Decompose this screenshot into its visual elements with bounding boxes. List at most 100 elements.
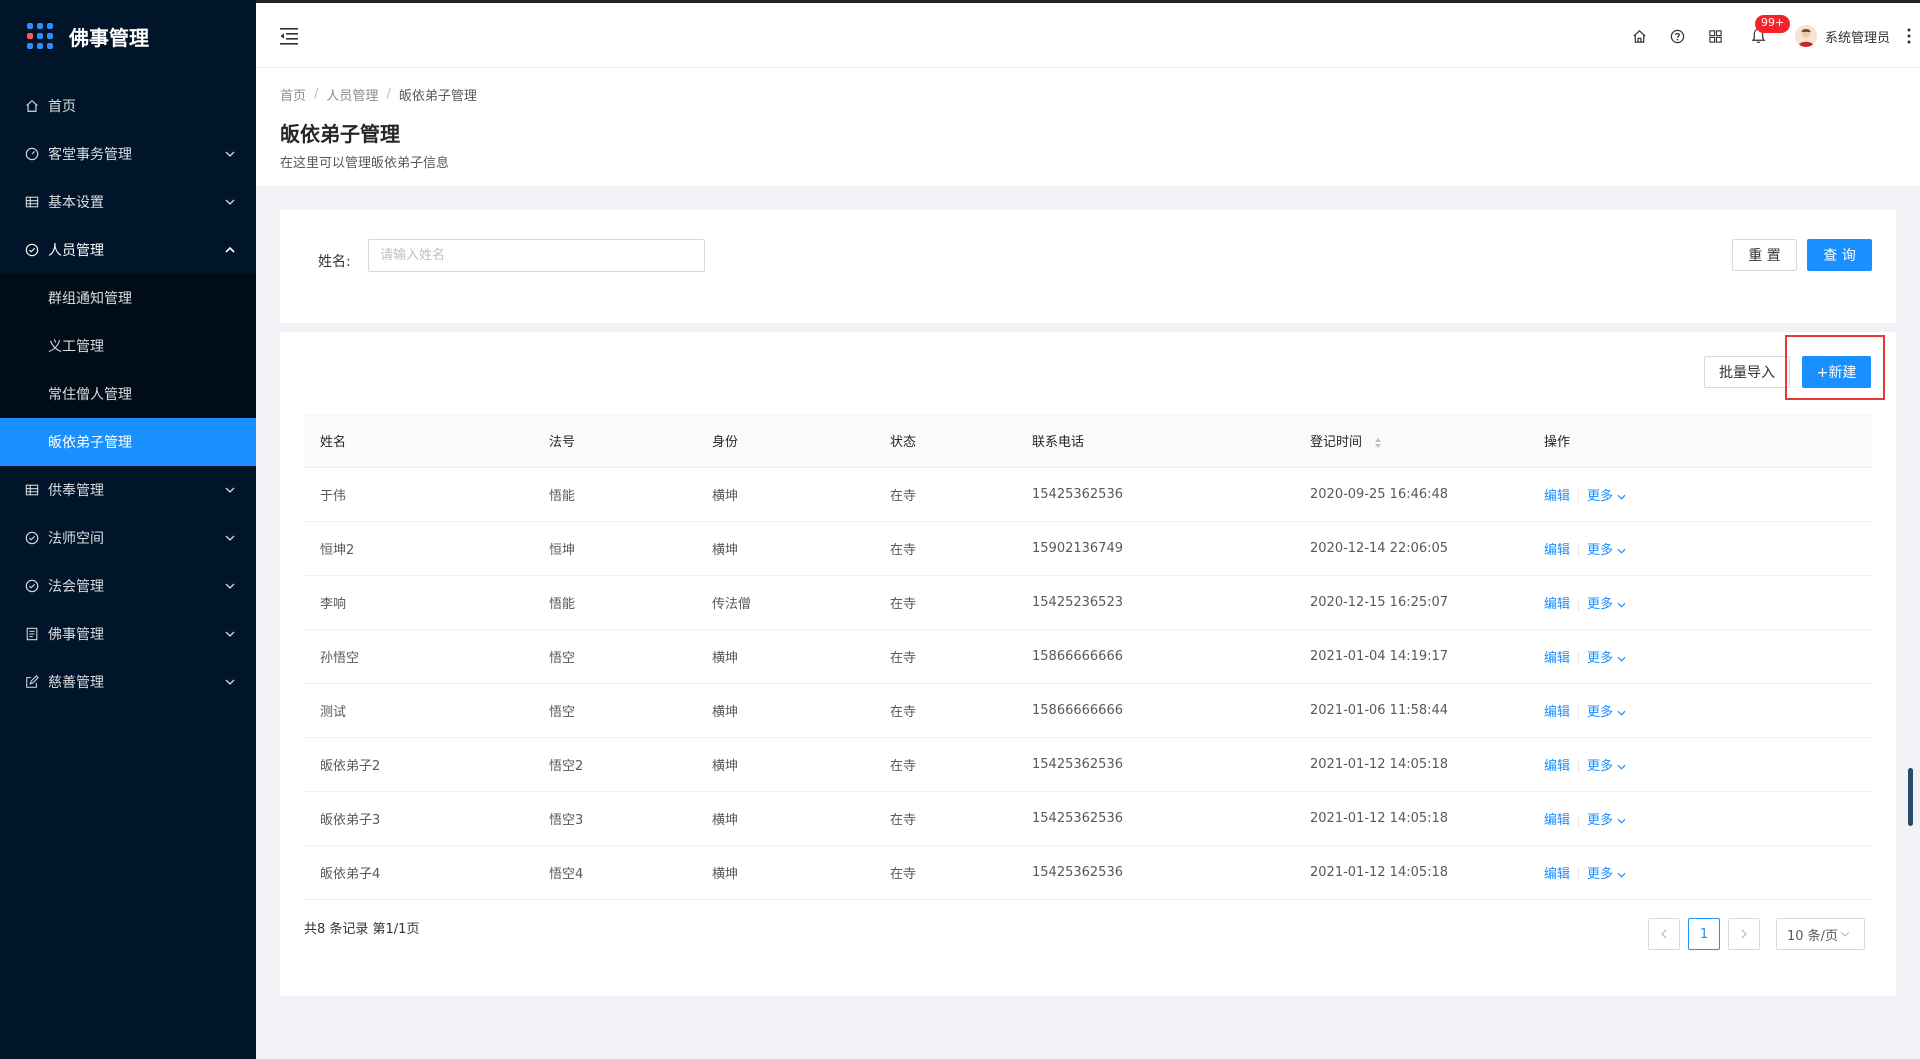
sidebar-subitem-0[interactable]: 群组通知管理: [0, 274, 256, 322]
edit-link[interactable]: 编辑: [1544, 651, 1570, 666]
sidebar-subitem-2[interactable]: 常住僧人管理: [0, 370, 256, 418]
profile-icon: [24, 626, 40, 642]
cell-register-time: 2021-01-12 14:05:18: [1310, 865, 1449, 880]
name-label: 姓名:: [318, 254, 351, 270]
disciples-table: 姓名 法号 身份 状态 联系电话 登记时间 操作 于伟 悟能 横坤 在寺 1542536…: [304, 414, 1872, 900]
side-menu: 首页 客堂事务管理 基本设置人员管理群组通知管理 义工管理 常住僧人管理 皈依弟子管理 供奉…: [0, 82, 256, 706]
more-dropdown[interactable]: 更多: [1587, 813, 1626, 828]
sort-icon[interactable]: [1374, 437, 1382, 449]
table-icon: [24, 482, 40, 498]
app-title: 佛事管理: [69, 25, 149, 50]
sidebar-item-7[interactable]: 佛事管理: [0, 610, 256, 658]
page-size-select[interactable]: 10 条/页: [1776, 918, 1865, 950]
chevron-up-icon: [224, 244, 236, 256]
pagination: 1 10 条/页: [1648, 918, 1865, 950]
edit-link[interactable]: 编辑: [1544, 759, 1570, 774]
more-dropdown[interactable]: 更多: [1587, 867, 1626, 882]
edit-link[interactable]: 编辑: [1544, 705, 1570, 720]
more-vertical-icon[interactable]: [1898, 3, 1920, 69]
cell-status: 在寺: [890, 759, 917, 774]
cell-name: 李响: [320, 597, 347, 612]
sidebar-item-5[interactable]: 法师空间: [0, 514, 256, 562]
edit-link[interactable]: 编辑: [1544, 813, 1570, 828]
name-search-input[interactable]: [368, 239, 705, 272]
edit-link[interactable]: 编辑: [1544, 543, 1570, 558]
more-link-label: 更多: [1587, 813, 1614, 828]
header-actions: 99+ 系统管理员: [1621, 3, 1920, 69]
column-header-register-time-label: 登记时间: [1310, 435, 1363, 450]
page-number-button[interactable]: 1: [1688, 918, 1720, 950]
cell-actions: 编辑 更多: [1528, 593, 1872, 612]
edit-link[interactable]: 编辑: [1544, 867, 1570, 882]
cell-dharma-name: 悟空3: [549, 813, 584, 828]
sidebar-subitem-1[interactable]: 义工管理: [0, 322, 256, 370]
column-header-actions: 操作: [1544, 435, 1571, 450]
more-dropdown[interactable]: 更多: [1587, 543, 1626, 558]
user-name[interactable]: 系统管理员: [1825, 27, 1890, 46]
more-dropdown[interactable]: 更多: [1587, 705, 1626, 720]
cell-phone: 15425362536: [1032, 757, 1123, 772]
breadcrumb-item-home[interactable]: 首页: [280, 85, 306, 104]
batch-import-button[interactable]: 批量导入: [1704, 356, 1790, 388]
home-icon[interactable]: [1621, 3, 1659, 69]
more-dropdown[interactable]: 更多: [1587, 759, 1626, 774]
sidebar-item-8[interactable]: 慈善管理: [0, 658, 256, 706]
more-dropdown[interactable]: 更多: [1587, 489, 1626, 504]
cell-name: 孙悟空: [320, 651, 360, 666]
sidebar: 佛事管理 首页 客堂事务管理 基本设置人员管理群组通知管理 义工管理 常住僧人管理 皈依弟…: [0, 0, 256, 1059]
sidebar-subitem-3[interactable]: 皈依弟子管理: [0, 418, 256, 466]
table-row: 李响 悟能 传法僧 在寺 15425236523 2020-12-15 16:25:07 编…: [304, 576, 1872, 630]
query-button[interactable]: 查 询: [1807, 239, 1872, 271]
notification-badge: 99+: [1754, 15, 1791, 33]
more-link-label: 更多: [1587, 489, 1614, 504]
sidebar-item-1[interactable]: 客堂事务管理: [0, 130, 256, 178]
appstore-icon[interactable]: [1697, 3, 1735, 69]
sidebar-item-0[interactable]: 首页: [0, 82, 256, 130]
cell-name: 测试: [320, 705, 347, 720]
cell-actions: 编辑 更多: [1528, 701, 1872, 720]
cell-phone: 15866666666: [1032, 649, 1123, 664]
chevron-down-icon: [1840, 931, 1850, 937]
user-avatar[interactable]: [1794, 25, 1817, 47]
action-divider: [1578, 706, 1580, 719]
question-icon[interactable]: [1659, 3, 1697, 69]
logo[interactable]: 佛事管理: [0, 0, 256, 72]
chevron-down-icon: [1617, 494, 1626, 500]
scrollbar-thumb[interactable]: [1908, 768, 1913, 826]
cell-name: 皈依弟子3: [320, 813, 381, 828]
chevron-down-icon: [224, 676, 236, 688]
column-header-register-time[interactable]: 登记时间: [1294, 431, 1528, 450]
reset-button[interactable]: 重 置: [1732, 239, 1797, 271]
cell-name: 恒坤2: [320, 543, 355, 558]
sidebar-item-label: 人员管理: [48, 243, 104, 259]
check-circle-icon: [24, 578, 40, 594]
search-card: 姓名: 重 置 查 询: [280, 210, 1896, 323]
breadcrumb-item-personnel[interactable]: 人员管理: [326, 85, 378, 104]
edit-link[interactable]: 编辑: [1544, 597, 1570, 612]
sidebar-item-label: 慈善管理: [48, 675, 104, 691]
check-circle-icon: [24, 530, 40, 546]
action-divider: [1578, 544, 1580, 557]
menu-fold-icon[interactable]: [280, 27, 300, 45]
notification-bell[interactable]: 99+: [1735, 3, 1791, 69]
table-row: 恒坤2 恒坤 横坤 在寺 15902136749 2020-12-14 22:06:05 编…: [304, 522, 1872, 576]
more-dropdown[interactable]: 更多: [1587, 597, 1626, 612]
breadcrumb-separator: /: [386, 86, 391, 102]
next-page-button[interactable]: [1728, 918, 1760, 950]
more-dropdown[interactable]: 更多: [1587, 651, 1626, 666]
cell-register-time: 2021-01-12 14:05:18: [1310, 811, 1449, 826]
chevron-down-icon: [1617, 548, 1626, 554]
sidebar-item-4[interactable]: 供奉管理: [0, 466, 256, 514]
sidebar-item-6[interactable]: 法会管理: [0, 562, 256, 610]
prev-page-button[interactable]: [1648, 918, 1680, 950]
chevron-left-icon: [1661, 929, 1667, 939]
sidebar-item-3[interactable]: 人员管理: [0, 226, 256, 274]
more-link-label: 更多: [1587, 543, 1614, 558]
column-header-identity: 身份: [712, 435, 739, 450]
cell-register-time: 2020-12-15 16:25:07: [1310, 595, 1449, 610]
sidebar-item-2[interactable]: 基本设置: [0, 178, 256, 226]
edit-link[interactable]: 编辑: [1544, 489, 1570, 504]
action-divider: [1578, 490, 1580, 503]
action-divider: [1578, 814, 1580, 827]
cell-phone: 15425362536: [1032, 865, 1123, 880]
